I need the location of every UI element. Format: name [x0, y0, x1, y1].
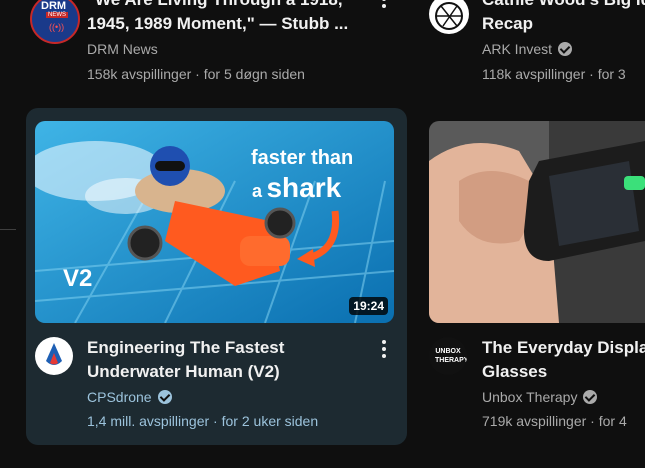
video-title[interactable]: The Everyday Display Glasses [482, 336, 645, 384]
video-stats: 158k avspillinger · for 5 døgn siden [87, 66, 305, 82]
channel-row[interactable]: Unbox Therapy [482, 387, 598, 407]
video-title[interactable]: Engineering The Fastest Underwater Human… [87, 336, 284, 384]
channel-name[interactable]: ARK Invest [482, 41, 552, 57]
channel-name[interactable]: CPSdrone [87, 389, 152, 405]
video-title[interactable]: "We Are Living Through a 1918, 1945, 198… [87, 0, 348, 36]
video-thumbnail[interactable]: faster than a shark V2 19:24 [35, 121, 394, 323]
thumbnail-caption: faster than [251, 147, 354, 169]
more-vert-icon[interactable] [374, 338, 394, 360]
aperture-icon [435, 2, 463, 30]
cpsdrone-logo-icon [46, 343, 62, 365]
left-divider [0, 229, 16, 230]
avatar-text: UNBOX THERAPY [435, 348, 467, 364]
broadcast-icon: ((•)) [49, 22, 65, 32]
channel-avatar-unbox[interactable]: UNBOX THERAPY [429, 337, 467, 375]
video-stats: 118k avspillinger · for 3 [482, 66, 626, 82]
channel-row[interactable]: ARK Invest [482, 39, 573, 59]
thumbnail-caption-2: a shark [252, 172, 342, 203]
avatar-subtext: NEWS [46, 12, 68, 18]
avatar-text: DRM [41, 0, 67, 12]
channel-avatar-cpsdrone[interactable] [35, 337, 73, 375]
video-card-ark[interactable]: Cathie Wood's Big Id Recap ARK Invest 11… [429, 0, 645, 88]
video-card-drm[interactable]: DRM NEWS ((•)) "We Are Living Through a … [30, 0, 390, 88]
video-stats: 1,4 mill. avspillinger · for 2 uker side… [87, 413, 319, 429]
channel-avatar-ark[interactable] [429, 0, 469, 34]
channel-row[interactable]: CPSdrone [87, 387, 172, 407]
more-vert-icon[interactable] [374, 0, 394, 10]
channel-name[interactable]: Unbox Therapy [482, 389, 577, 405]
duration-badge: 19:24 [349, 297, 388, 315]
channel-avatar-drm[interactable]: DRM NEWS ((•)) [30, 0, 80, 44]
thumbnail-image [429, 121, 645, 323]
verified-check-icon [558, 42, 573, 56]
video-stats: 719k avspillinger · for 4 [482, 413, 627, 429]
verified-check-icon [157, 390, 172, 404]
video-thumbnail[interactable] [429, 121, 645, 323]
thumbnail-v2-label: V2 [63, 265, 93, 292]
channel-name[interactable]: DRM News [87, 39, 158, 59]
video-title[interactable]: Cathie Wood's Big Id Recap [482, 0, 645, 36]
verified-check-icon [583, 390, 598, 404]
